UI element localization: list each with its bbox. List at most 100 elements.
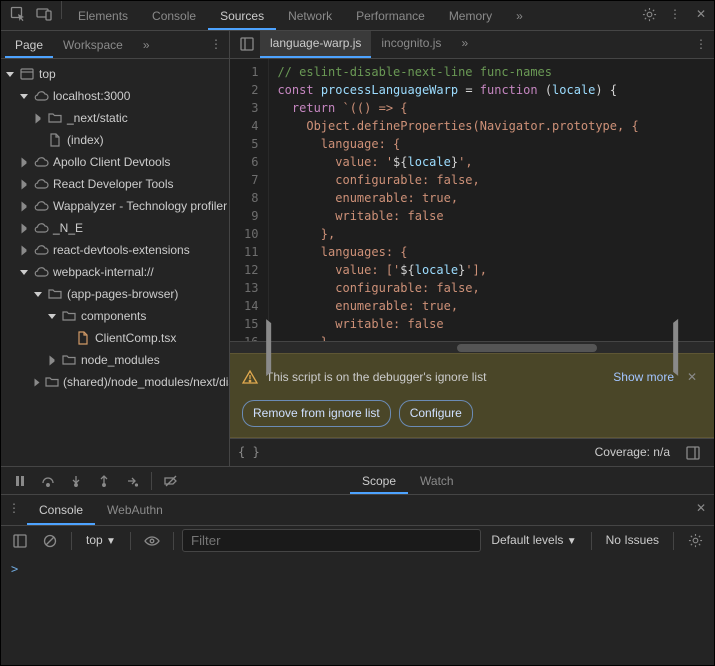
- drawer-tab-console[interactable]: Console: [27, 495, 95, 525]
- pretty-print-icon[interactable]: { }: [238, 444, 260, 461]
- clear-console-icon[interactable]: [37, 528, 63, 554]
- issues-button[interactable]: No Issues: [600, 532, 665, 549]
- tab-sources[interactable]: Sources: [208, 1, 276, 30]
- navigator-more-icon[interactable]: ⋮: [203, 31, 229, 57]
- chevron-right-icon[interactable]: [19, 226, 29, 231]
- toggle-sidebar-icon[interactable]: [680, 440, 706, 466]
- debugger-toolbar: ScopeWatch: [1, 466, 714, 494]
- step-into-icon[interactable]: [63, 468, 89, 494]
- show-more-link[interactable]: Show more: [613, 369, 674, 386]
- tree-node[interactable]: ClientComp.tsx: [1, 327, 229, 349]
- chevron-right-icon[interactable]: [33, 116, 43, 121]
- chevron-right-icon[interactable]: [19, 248, 29, 253]
- settings-icon[interactable]: [636, 1, 662, 27]
- context-selector[interactable]: top ▼: [80, 532, 122, 549]
- drawer-more-icon[interactable]: ⋮: [1, 495, 27, 521]
- tree-label: _N_E: [53, 220, 83, 237]
- tree-label: React Developer Tools: [53, 176, 174, 193]
- tree-label: _next/static: [67, 110, 128, 127]
- remove-from-ignore-button[interactable]: Remove from ignore list: [242, 400, 391, 427]
- divider: [71, 532, 72, 550]
- tab-scope[interactable]: Scope: [350, 467, 408, 494]
- editor-more-icon[interactable]: ⋮: [688, 31, 714, 57]
- devtools-main-tabs: ElementsConsoleSourcesNetworkPerformance…: [1, 1, 714, 31]
- tab-console[interactable]: Console: [140, 1, 208, 30]
- tab-elements[interactable]: Elements: [66, 1, 140, 30]
- scrollbar-thumb[interactable]: [457, 344, 597, 352]
- tab-network[interactable]: Network: [276, 1, 344, 30]
- drawer-tab-webauthn[interactable]: WebAuthn: [95, 495, 175, 525]
- tree-node[interactable]: React Developer Tools: [1, 173, 229, 195]
- device-toolbar-icon[interactable]: [31, 1, 57, 27]
- editor-hscrollbar[interactable]: [230, 341, 714, 353]
- tree-label: webpack-internal://: [53, 264, 154, 281]
- chevron-right-icon[interactable]: [47, 358, 57, 363]
- infobar-close-icon[interactable]: ✕: [682, 364, 702, 390]
- tree-node[interactable]: (app-pages-browser): [1, 283, 229, 305]
- scroll-right-icon[interactable]: [673, 319, 678, 376]
- tab-performance[interactable]: Performance: [344, 1, 437, 30]
- tree-node[interactable]: webpack-internal://: [1, 261, 229, 283]
- tree-node[interactable]: react-devtools-extensions: [1, 239, 229, 261]
- code-editor[interactable]: 1234567891011121314151617 // eslint-disa…: [230, 59, 714, 341]
- code-content[interactable]: // eslint-disable-next-line func-namesco…: [269, 59, 714, 341]
- editor-statusbar: { } Coverage: n/a: [230, 438, 714, 466]
- chevron-down-icon[interactable]: [33, 292, 43, 297]
- nav-tab-page[interactable]: Page: [5, 31, 53, 58]
- file-tab[interactable]: incognito.js: [371, 31, 451, 58]
- divider: [130, 532, 131, 550]
- nav-tab-workspace[interactable]: Workspace: [53, 31, 133, 58]
- inspect-element-icon[interactable]: [5, 1, 31, 27]
- chevron-right-icon[interactable]: [19, 160, 29, 165]
- tree-label: Apollo Client Devtools: [53, 154, 170, 171]
- tree-label: (app-pages-browser): [67, 286, 178, 303]
- chevron-right-icon[interactable]: [19, 204, 29, 209]
- drawer-close-icon[interactable]: ✕: [688, 495, 714, 521]
- tree-node[interactable]: (shared)/node_modules/next/dist: [1, 371, 229, 393]
- tree-node[interactable]: node_modules: [1, 349, 229, 371]
- file-tab[interactable]: language-warp.js: [260, 31, 371, 58]
- close-icon[interactable]: ✕: [688, 1, 714, 27]
- toggle-navigator-icon[interactable]: [234, 31, 260, 57]
- drawer-tabs: ⋮ ConsoleWebAuthn ✕: [1, 495, 714, 525]
- file-tabs-overflow[interactable]: »: [451, 31, 478, 58]
- chevron-down-icon[interactable]: [19, 94, 29, 99]
- tree-node[interactable]: _N_E: [1, 217, 229, 239]
- step-over-icon[interactable]: [35, 468, 61, 494]
- tree-node[interactable]: top: [1, 63, 229, 85]
- tree-node[interactable]: (index): [1, 129, 229, 151]
- cloud-icon: [33, 242, 49, 258]
- scroll-left-icon[interactable]: [266, 319, 271, 376]
- chevron-down-icon[interactable]: [5, 72, 15, 77]
- chevron-right-icon[interactable]: [19, 182, 29, 187]
- navigator-panel: PageWorkspace » ⋮ top localhost:3000 _next…: [1, 31, 230, 466]
- tree-label: (shared)/node_modules/next/dist: [63, 374, 229, 391]
- chevron-right-icon[interactable]: [33, 380, 41, 385]
- chevron-down-icon[interactable]: [19, 270, 29, 275]
- tree-label: top: [39, 66, 56, 83]
- more-icon[interactable]: ⋮: [662, 1, 688, 27]
- tree-node[interactable]: _next/static: [1, 107, 229, 129]
- divider: [173, 532, 174, 550]
- tab-watch[interactable]: Watch: [408, 467, 466, 494]
- navigator-tabs: PageWorkspace » ⋮: [1, 31, 229, 59]
- live-expression-icon[interactable]: [139, 528, 165, 554]
- navigator-tabs-overflow[interactable]: »: [133, 31, 160, 58]
- filter-input[interactable]: [182, 529, 481, 552]
- console-sidebar-icon[interactable]: [7, 528, 33, 554]
- main-tabs-overflow[interactable]: »: [504, 1, 535, 30]
- configure-button[interactable]: Configure: [399, 400, 473, 427]
- console-output[interactable]: >: [1, 555, 714, 665]
- chevron-down-icon[interactable]: [47, 314, 57, 319]
- step-out-icon[interactable]: [91, 468, 117, 494]
- console-settings-icon[interactable]: [682, 528, 708, 554]
- tree-node[interactable]: localhost:3000: [1, 85, 229, 107]
- tab-memory[interactable]: Memory: [437, 1, 504, 30]
- log-levels-selector[interactable]: Default levels ▼: [485, 532, 582, 549]
- tree-node[interactable]: components: [1, 305, 229, 327]
- step-icon[interactable]: [119, 468, 145, 494]
- pause-icon[interactable]: [7, 468, 33, 494]
- tree-node[interactable]: Wappalyzer - Technology profiler: [1, 195, 229, 217]
- tree-node[interactable]: Apollo Client Devtools: [1, 151, 229, 173]
- deactivate-breakpoints-icon[interactable]: [158, 468, 184, 494]
